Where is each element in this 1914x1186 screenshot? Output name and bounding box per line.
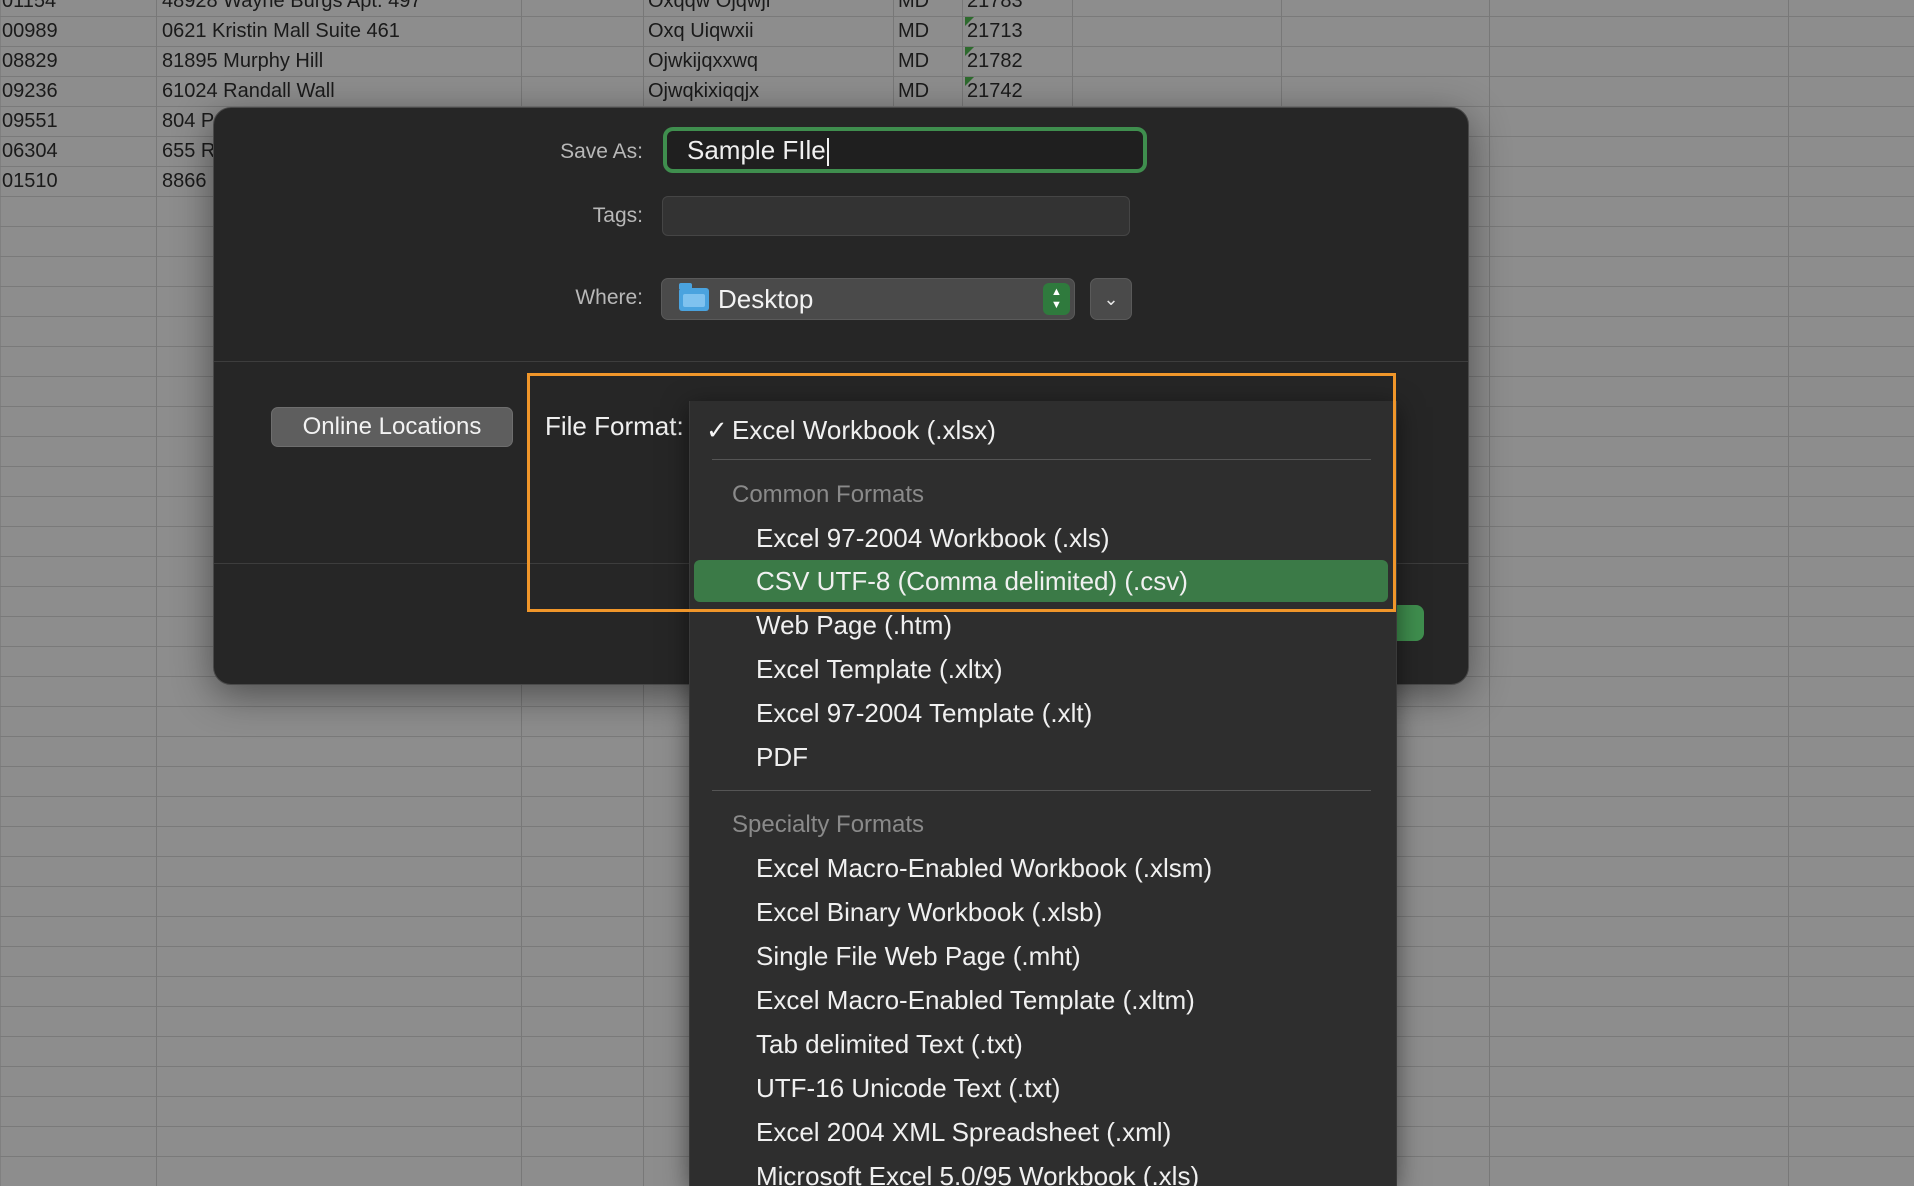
cell-id[interactable]: 08829: [2, 46, 58, 76]
cell-city[interactable]: Ojwqkixiqqjx: [648, 76, 759, 106]
menu-item-xlsx[interactable]: ✓ Excel Workbook (.xlsx): [694, 409, 1388, 451]
menu-item-csv-utf8[interactable]: CSV UTF-8 (Comma delimited) (.csv): [694, 560, 1388, 602]
column-divider: [1788, 0, 1789, 1186]
menu-item-xlsm[interactable]: Excel Macro-Enabled Workbook (.xlsm): [694, 847, 1388, 889]
menu-item-xltm[interactable]: Excel Macro-Enabled Template (.xltm): [694, 979, 1388, 1021]
cell-id[interactable]: 06304: [2, 136, 58, 166]
column-divider: [156, 0, 157, 1186]
checkmark-icon: ✓: [706, 415, 728, 445]
menu-item-xls[interactable]: Excel 97-2004 Workbook (.xls): [694, 517, 1388, 559]
cell-state[interactable]: MD: [898, 76, 929, 106]
divider: [214, 361, 1468, 362]
menu-item-label: Excel 2004 XML Spreadsheet (.xml): [756, 1117, 1172, 1147]
cell-state[interactable]: MD: [898, 0, 929, 16]
menu-item-xlt[interactable]: Excel 97-2004 Template (.xlt): [694, 692, 1388, 734]
menu-separator: [712, 459, 1371, 460]
file-format-label: File Format:: [545, 411, 684, 441]
cell-zip[interactable]: 21782: [967, 46, 1023, 76]
save-as-value: Sample FIle: [687, 135, 826, 165]
cell-address[interactable]: 655 R: [162, 136, 215, 166]
cell-zip[interactable]: 21783: [967, 0, 1023, 16]
cell-id[interactable]: 09236: [2, 76, 58, 106]
menu-header-common: Common Formats: [732, 481, 925, 508]
cell-id[interactable]: 01510: [2, 166, 58, 196]
chevron-down-icon: ⌄: [1103, 289, 1119, 309]
popup-stepper-icon: ▲ ▼: [1043, 283, 1070, 315]
where-popup-button[interactable]: Desktop ▲ ▼: [661, 278, 1075, 320]
menu-item-xls-95[interactable]: Microsoft Excel 5.0/95 Workbook (.xls): [694, 1155, 1388, 1186]
cell-zip[interactable]: 21742: [967, 76, 1023, 106]
menu-item-xltx[interactable]: Excel Template (.xltx): [694, 648, 1388, 690]
file-format-menu: ✓ Excel Workbook (.xlsx) Common Formats …: [689, 401, 1397, 1186]
menu-item-label: CSV UTF-8 (Comma delimited) (.csv): [756, 566, 1188, 596]
menu-item-xlsb[interactable]: Excel Binary Workbook (.xlsb): [694, 891, 1388, 933]
menu-header-specialty: Specialty Formats: [732, 811, 925, 838]
menu-item-label: Excel 97-2004 Workbook (.xls): [756, 523, 1110, 553]
menu-item-pdf[interactable]: PDF: [694, 736, 1388, 778]
menu-item-xml[interactable]: Excel 2004 XML Spreadsheet (.xml): [694, 1111, 1388, 1153]
cell-state[interactable]: MD: [898, 46, 929, 76]
column-divider: [1489, 0, 1490, 1186]
menu-separator: [712, 790, 1371, 791]
menu-item-utf16-txt[interactable]: UTF-16 Unicode Text (.txt): [694, 1067, 1388, 1109]
cell-id[interactable]: 00989: [2, 16, 58, 46]
menu-item-mht[interactable]: Single File Web Page (.mht): [694, 935, 1388, 977]
cell-address[interactable]: 81895 Murphy Hill: [162, 46, 323, 76]
cell-address[interactable]: 61024 Randall Wall: [162, 76, 335, 106]
cell-address[interactable]: 0621 Kristin Mall Suite 461: [162, 16, 400, 46]
expand-dialog-button[interactable]: ⌄: [1090, 278, 1132, 320]
menu-item-label: Excel Template (.xltx): [756, 654, 1003, 684]
cell-city[interactable]: Oxq Uiqwxii: [648, 16, 754, 46]
where-label: Where:: [575, 286, 643, 309]
menu-item-label: Single File Web Page (.mht): [756, 941, 1081, 971]
save-as-label: Save As:: [560, 140, 643, 163]
cell-address[interactable]: 48928 Wayne Burgs Apt. 497: [162, 0, 421, 16]
menu-item-label: Excel Macro-Enabled Workbook (.xlsm): [756, 853, 1213, 883]
cell-city[interactable]: Ojwkijqxxwq: [648, 46, 758, 76]
cell-city[interactable]: Oxqqw Ojqwjl: [648, 0, 770, 16]
menu-item-tab-txt[interactable]: Tab delimited Text (.txt): [694, 1023, 1388, 1065]
tags-input[interactable]: [662, 196, 1130, 236]
menu-item-label: Excel Binary Workbook (.xlsb): [756, 897, 1103, 927]
save-as-input[interactable]: Sample FIle: [663, 127, 1147, 173]
text-cursor: [826, 138, 829, 167]
cell-id[interactable]: 09551: [2, 106, 58, 136]
menu-item-label: Tab delimited Text (.txt): [756, 1029, 1023, 1059]
cell-address[interactable]: 804 P: [162, 106, 214, 136]
menu-item-htm[interactable]: Web Page (.htm): [694, 604, 1388, 646]
cell-address[interactable]: 8866: [162, 166, 207, 196]
where-value: Desktop: [718, 284, 814, 314]
menu-item-label: Excel 97-2004 Template (.xlt): [756, 698, 1093, 728]
cell-zip[interactable]: 21713: [967, 16, 1023, 46]
menu-item-label: Web Page (.htm): [756, 610, 953, 640]
menu-item-label: Microsoft Excel 5.0/95 Workbook (.xls): [756, 1161, 1200, 1186]
menu-item-label: PDF: [756, 742, 808, 772]
folder-icon: [679, 283, 709, 311]
cell-state[interactable]: MD: [898, 16, 929, 46]
cell-id[interactable]: 01154: [2, 0, 56, 16]
menu-item-label: Excel Macro-Enabled Template (.xltm): [756, 985, 1195, 1015]
tags-label: Tags:: [592, 204, 643, 227]
menu-item-label: UTF-16 Unicode Text (.txt): [756, 1073, 1061, 1103]
menu-item-label: Excel Workbook (.xlsx): [732, 415, 996, 445]
online-locations-button[interactable]: Online Locations: [271, 407, 513, 447]
